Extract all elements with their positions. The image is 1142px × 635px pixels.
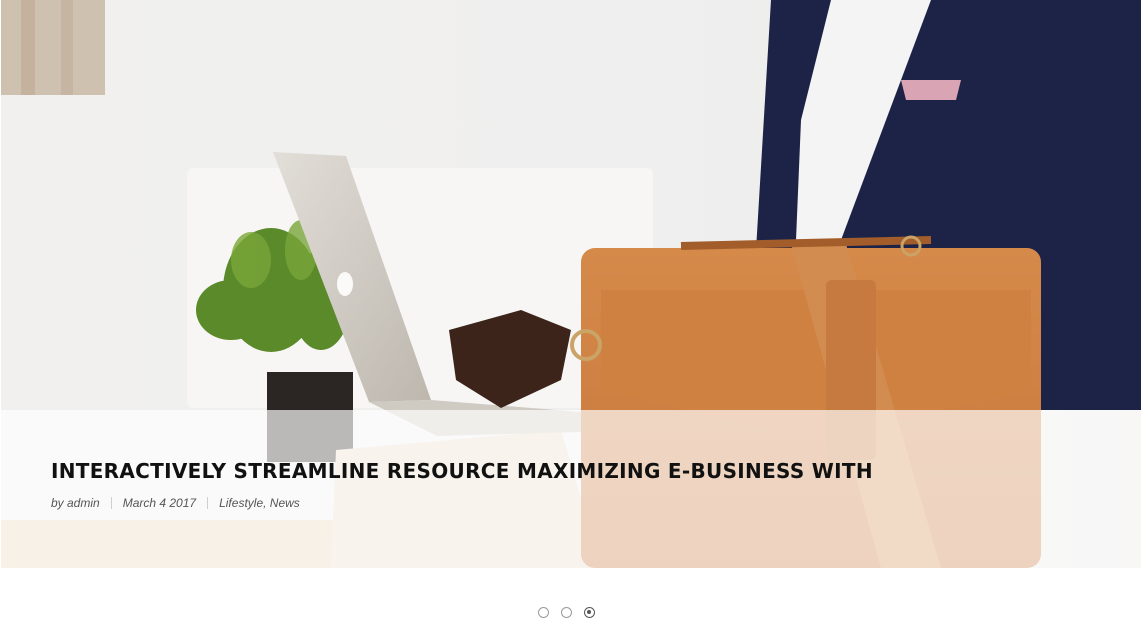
- slider-pagination: [538, 607, 595, 621]
- meta-divider: [207, 497, 209, 509]
- slide-caption: INTERACTIVELY STREAMLINE RESOURCE MAXIMI…: [1, 410, 1141, 568]
- category-separator: ,: [263, 496, 270, 510]
- post-meta: by admin March 4 2017 Lifestyle, News: [51, 496, 300, 510]
- category-link-news[interactable]: News: [270, 496, 300, 510]
- post-author-link[interactable]: by admin: [51, 496, 100, 510]
- pagination-dot-3-active[interactable]: [584, 607, 595, 618]
- post-slider: INTERACTIVELY STREAMLINE RESOURCE MAXIMI…: [0, 0, 1142, 635]
- post-date-link[interactable]: March 4 2017: [123, 496, 196, 510]
- pagination-dot-2[interactable]: [561, 607, 572, 618]
- post-title[interactable]: INTERACTIVELY STREAMLINE RESOURCE MAXIMI…: [51, 459, 873, 483]
- slide[interactable]: INTERACTIVELY STREAMLINE RESOURCE MAXIMI…: [1, 0, 1141, 568]
- category-link-lifestyle[interactable]: Lifestyle: [219, 496, 263, 510]
- meta-divider: [110, 497, 112, 509]
- pagination-dot-1[interactable]: [538, 607, 549, 618]
